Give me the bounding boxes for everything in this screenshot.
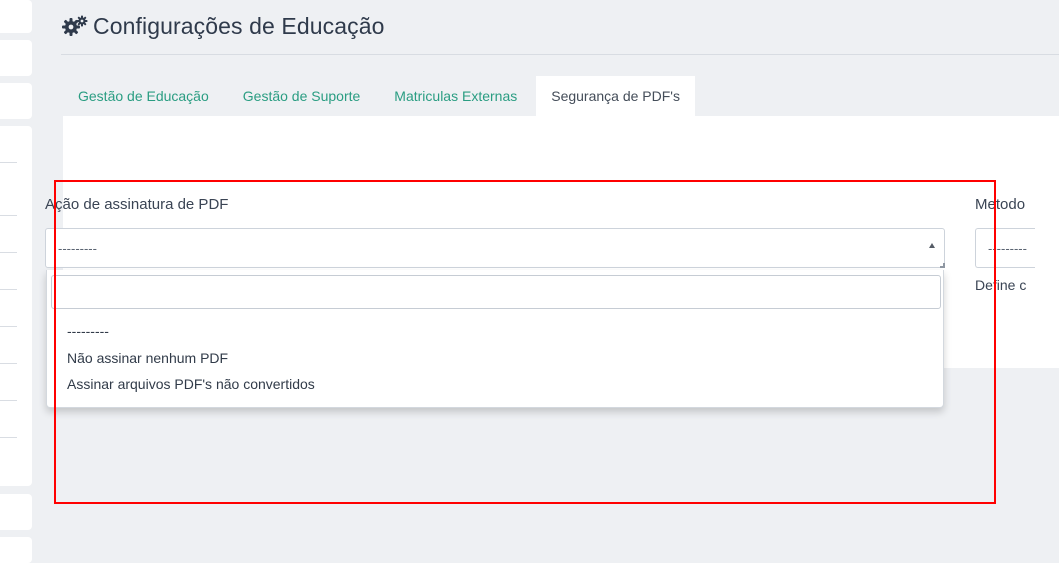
sign-action-label: Ação de assinatura de PDF [45,196,229,213]
dropdown-option-nao-assinar[interactable]: Não assinar nenhum PDF [67,350,228,366]
sidebar-block[interactable] [0,494,32,530]
resize-grip-icon [940,263,945,268]
sidebar-divider [0,326,17,327]
tab-matriculas-externas[interactable]: Matriculas Externas [379,76,532,116]
tab-gestao-educacao[interactable]: Gestão de Educação [63,76,224,116]
method-label: Metodo [975,196,1026,213]
chevron-up-icon [929,243,935,248]
tab-bar: Gestão de Educação Gestão de Suporte Mat… [63,76,699,116]
method-select[interactable]: --------- [975,228,1035,268]
sidebar-menu-panel [0,126,32,486]
gears-icon [61,14,89,38]
sidebar-divider [0,437,17,438]
sidebar-divider [0,363,17,364]
page-header: Configurações de Educação [61,10,384,42]
method-help-text: Define c [975,277,1027,293]
dropdown-option-assinar-nao-convertidos[interactable]: Assinar arquivos PDF's não convertidos [67,376,315,392]
tab-seguranca-pdfs[interactable]: Segurança de PDF's [536,76,695,116]
sign-action-dropdown: --------- Não assinar nenhum PDF Assinar… [46,270,944,408]
sign-action-selected-value: --------- [58,240,97,256]
method-selected-value: --------- [988,240,1027,256]
sidebar-divider [0,252,17,253]
sidebar-divider [0,162,17,163]
sign-action-select[interactable]: --------- [45,228,945,268]
dropdown-option-empty[interactable]: --------- [67,323,109,339]
sidebar-divider [0,289,17,290]
sidebar-divider [0,400,17,401]
dropdown-search-input[interactable] [51,275,941,309]
sidebar-block[interactable] [0,40,32,76]
tab-gestao-suporte[interactable]: Gestão de Suporte [228,76,376,116]
page-title: Configurações de Educação [93,12,385,39]
sidebar-block[interactable] [0,0,32,33]
sidebar-block[interactable] [0,83,32,119]
sidebar-divider [0,215,17,216]
header-divider [61,54,1059,55]
left-sidebar [0,0,33,563]
sidebar-block[interactable] [0,537,32,563]
